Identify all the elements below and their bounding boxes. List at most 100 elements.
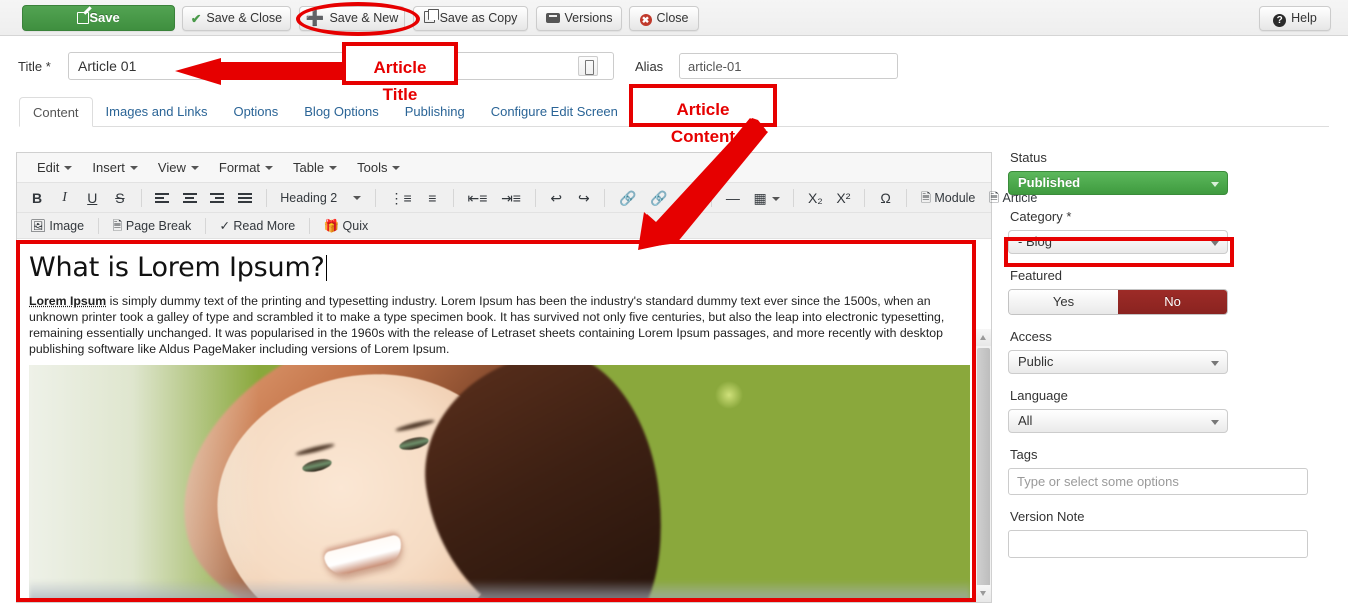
featured-label: Featured	[1010, 268, 1340, 283]
annotation-oval-save-new	[296, 2, 420, 36]
toolbar-divider	[604, 189, 605, 207]
tab-options[interactable]: Options	[220, 97, 291, 127]
redo-icon[interactable]: ↪	[572, 183, 596, 213]
copy-icon	[424, 11, 435, 23]
align-right-icon[interactable]	[205, 183, 229, 213]
language-value: All	[1018, 413, 1032, 428]
toolbar-divider	[535, 189, 536, 207]
scrollbar-thumb[interactable]	[977, 348, 990, 602]
annotation-article-title: Article Title	[342, 42, 458, 85]
status-value: Published	[1018, 175, 1080, 190]
chevron-down-icon	[130, 166, 138, 170]
article-body[interactable]: What is Lorem Ipsum? Lorem Ipsum is simp…	[17, 241, 975, 602]
photo-bottom-fade	[29, 580, 970, 602]
alias-input[interactable]	[679, 53, 898, 79]
menu-tools[interactable]: Tools	[347, 153, 410, 183]
category-label: Category *	[1010, 209, 1340, 224]
strikethrough-icon[interactable]: S	[108, 183, 132, 213]
editor-scrollbar[interactable]	[975, 329, 991, 602]
access-value: Public	[1018, 354, 1053, 369]
align-left-icon[interactable]	[150, 183, 174, 213]
check-icon: ✔	[191, 8, 201, 31]
quix-button[interactable]: 🎁 Quix	[319, 213, 374, 239]
versions-button[interactable]: Versions	[536, 6, 622, 31]
outdent-icon[interactable]: ⇤≡	[463, 183, 493, 213]
insert-image-button[interactable]: 🖼 Image	[25, 213, 89, 239]
special-character-icon[interactable]: Ω	[874, 183, 898, 213]
help-button[interactable]: ? Help	[1259, 6, 1331, 31]
tab-images-and-links[interactable]: Images and Links	[93, 97, 221, 127]
access-select[interactable]: Public	[1008, 350, 1228, 374]
bold-icon[interactable]: B	[25, 183, 49, 213]
save-as-copy-button[interactable]: Save as Copy	[413, 6, 528, 31]
align-justify-icon[interactable]	[233, 183, 257, 213]
chevron-down-icon	[772, 197, 780, 201]
toolbar-divider	[141, 189, 142, 207]
save-icon	[77, 12, 89, 24]
menu-table[interactable]: Table	[283, 153, 347, 183]
article-paragraph-lead: Lorem Ipsum	[29, 294, 106, 308]
featured-toggle[interactable]: Yes No	[1008, 289, 1228, 315]
language-select[interactable]: All	[1008, 409, 1228, 433]
close-label: Close	[657, 11, 689, 25]
editor-menubar: Edit Insert View Format Table Tools	[17, 153, 991, 183]
scroll-down-arrow-icon[interactable]	[976, 585, 991, 602]
insert-image-label: Image	[49, 219, 84, 233]
tab-content[interactable]: Content	[19, 97, 93, 127]
indent-icon[interactable]: ⇥≡	[496, 183, 526, 213]
numbered-list-icon[interactable]: ≡	[420, 183, 444, 213]
menu-format-label: Format	[219, 160, 260, 175]
menu-format[interactable]: Format	[209, 153, 283, 183]
close-button[interactable]: ✖ Close	[629, 6, 699, 31]
menu-edit[interactable]: Edit	[27, 153, 82, 183]
menu-insert[interactable]: Insert	[82, 153, 148, 183]
chevron-down-icon	[191, 166, 199, 170]
versions-icon	[546, 13, 560, 23]
insert-module-button[interactable]: 🗎 Module	[916, 183, 981, 213]
close-icon: ✖	[640, 14, 652, 26]
version-note-input[interactable]	[1008, 530, 1308, 558]
format-select-label: Heading 2	[280, 191, 337, 205]
featured-yes-option[interactable]: Yes	[1009, 290, 1118, 314]
chevron-down-icon	[329, 166, 337, 170]
save-and-close-button[interactable]: ✔Save & Close	[182, 6, 291, 31]
subscript-icon[interactable]: X₂	[803, 183, 828, 213]
read-more-button[interactable]: ✓ Read More	[214, 213, 300, 239]
article-photo[interactable]	[29, 365, 970, 602]
top-toolbar: Save ✔Save & Close ➕Save & New Save as C…	[0, 0, 1348, 36]
read-more-label: Read More	[233, 219, 295, 233]
photo-left-haze	[29, 365, 259, 602]
help-label: Help	[1291, 11, 1317, 25]
toolbar-divider	[266, 189, 267, 207]
tab-configure-edit-screen[interactable]: Configure Edit Screen	[478, 97, 631, 127]
undo-icon[interactable]: ↩	[544, 183, 568, 213]
underline-icon[interactable]: U	[80, 183, 104, 213]
toolbar-divider	[793, 189, 794, 207]
title-editor-toggle-icon[interactable]	[578, 56, 598, 76]
format-select[interactable]: Heading 2	[275, 183, 366, 213]
save-button[interactable]: Save	[22, 5, 175, 31]
page-break-button[interactable]: 🗎 Page Break	[107, 213, 196, 239]
status-select[interactable]: Published	[1008, 171, 1228, 195]
menu-edit-label: Edit	[37, 160, 59, 175]
access-label: Access	[1010, 329, 1340, 344]
menu-insert-label: Insert	[92, 160, 125, 175]
italic-icon[interactable]: I	[53, 183, 77, 213]
chevron-down-icon	[1211, 420, 1219, 425]
superscript-icon[interactable]: X²	[831, 183, 855, 213]
text-cursor	[326, 255, 327, 281]
question-mark-icon: ?	[1273, 14, 1286, 27]
featured-no-option[interactable]: No	[1118, 290, 1227, 314]
status-label: Status	[1010, 150, 1340, 165]
annotation-arrow-to-content	[630, 118, 770, 250]
align-center-icon[interactable]	[178, 183, 202, 213]
bullet-list-icon[interactable]: ⋮≡	[385, 183, 417, 213]
versions-label: Versions	[565, 11, 613, 25]
tab-blog-options[interactable]: Blog Options	[291, 97, 391, 127]
toolbar-divider	[453, 189, 454, 207]
menu-view[interactable]: View	[148, 153, 209, 183]
tags-input[interactable]: Type or select some options	[1008, 468, 1308, 495]
toolbar-divider	[906, 189, 907, 207]
insert-module-label: Module	[934, 191, 975, 205]
scroll-up-arrow-icon[interactable]	[976, 329, 991, 346]
